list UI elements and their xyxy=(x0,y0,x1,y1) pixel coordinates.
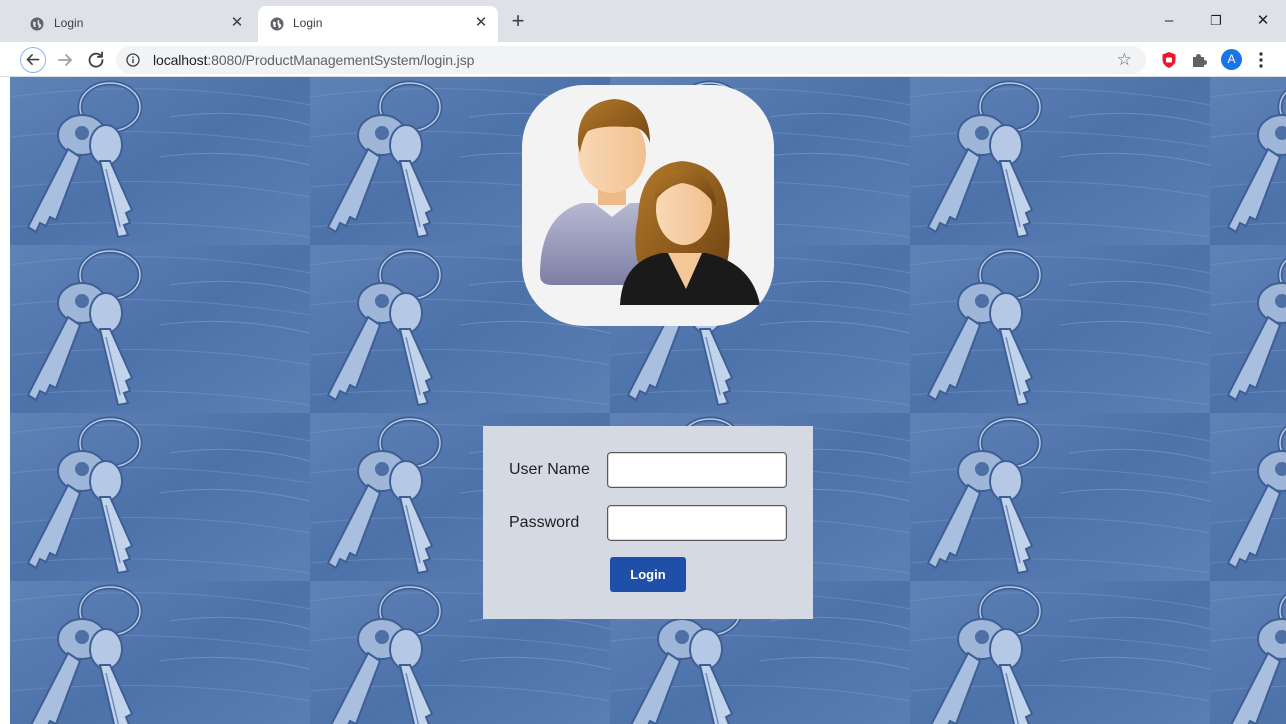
info-icon[interactable] xyxy=(126,53,140,67)
arrow-right-icon xyxy=(58,54,72,66)
users-icon xyxy=(540,99,760,305)
reload-button[interactable] xyxy=(83,47,109,73)
globe-icon xyxy=(30,17,44,31)
url-text: localhost:8080/ProductManagementSystem/l… xyxy=(153,52,474,68)
tab-title: Login xyxy=(293,16,323,30)
globe-icon xyxy=(270,17,284,31)
login-button[interactable]: Login xyxy=(610,557,686,592)
new-tab-button[interactable]: + xyxy=(506,10,530,34)
more-menu-icon[interactable] xyxy=(1255,51,1267,69)
puzzle-extensions-icon[interactable] xyxy=(1189,50,1209,70)
users-avatar-logo xyxy=(522,85,774,326)
tab-title: Login xyxy=(54,16,84,30)
minimize-button[interactable]: – xyxy=(1154,8,1184,34)
address-bar[interactable]: localhost:8080/ProductManagementSystem/l… xyxy=(116,46,1146,74)
arrow-left-icon xyxy=(26,54,40,65)
reload-icon xyxy=(88,51,104,68)
tab-close-icon[interactable]: ✕ xyxy=(472,14,490,32)
password-input[interactable] xyxy=(607,505,787,541)
profile-avatar[interactable]: A xyxy=(1221,49,1242,70)
username-label: User Name xyxy=(509,461,590,478)
browser-tab-inactive[interactable]: Login ✕ xyxy=(8,6,254,42)
shield-extension-icon[interactable] xyxy=(1159,50,1179,70)
tab-close-icon[interactable]: ✕ xyxy=(228,14,246,32)
url-path: :8080/ProductManagementSystem/login.jsp xyxy=(207,52,475,68)
browser-tab-strip: Login ✕ Login ✕ + – ❐ ✕ xyxy=(0,0,1286,42)
username-input[interactable] xyxy=(607,452,787,488)
forward-button[interactable] xyxy=(52,47,78,73)
bookmark-star-icon[interactable]: ☆ xyxy=(1117,51,1132,69)
login-form-panel: User Name Password Login xyxy=(483,426,813,619)
restore-button[interactable]: ❐ xyxy=(1201,8,1231,34)
browser-toolbar: localhost:8080/ProductManagementSystem/l… xyxy=(0,42,1286,77)
page-viewport: User Name Password Login xyxy=(10,77,1286,724)
password-label: Password xyxy=(509,514,580,531)
window-close-button[interactable]: ✕ xyxy=(1248,8,1278,34)
back-button[interactable] xyxy=(20,47,46,73)
url-host: localhost xyxy=(153,52,208,68)
browser-tab-active[interactable]: Login ✕ xyxy=(258,6,498,42)
